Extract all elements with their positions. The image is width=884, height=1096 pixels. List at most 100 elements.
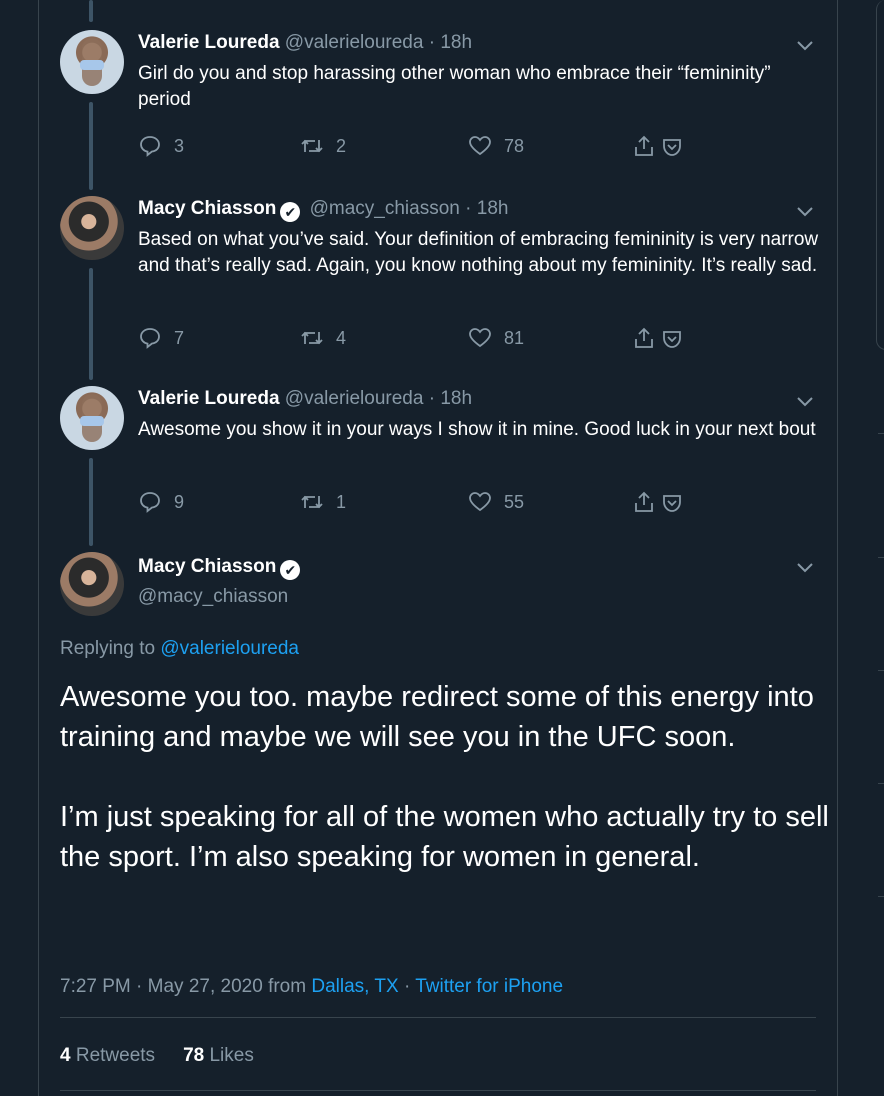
reply-tweet[interactable]: Valerie Loureda @valerieloureda · 18h Aw… [38,384,838,534]
share-icon[interactable] [632,490,656,514]
heart-icon [469,328,491,348]
thread-line [89,0,93,22]
like-count: 78 [504,135,525,156]
pocket-icon[interactable] [660,134,684,158]
tweet-actions: 7 4 81 [138,326,698,352]
author-handle[interactable]: @macy_chiasson [310,198,460,219]
chevron-down-icon[interactable] [796,204,814,218]
sidebar-divider [878,670,884,671]
timestamp[interactable]: 18h [477,198,509,219]
retweet-button[interactable]: 4 [300,326,346,350]
separator: · [465,198,472,219]
verified-icon: ✔ [280,560,301,580]
retweet-icon [301,331,323,345]
tweet-paragraph: Awesome you too. maybe redirect some of … [60,681,814,753]
source-link[interactable]: Twitter for iPhone [415,976,563,997]
retweet-count: 2 [336,135,347,156]
reply-button[interactable]: 3 [138,134,184,158]
timestamp[interactable]: 18h [440,32,472,53]
main-tweet-text: Awesome you too. maybe redirect some of … [60,677,830,917]
author-name[interactable]: Valerie Loureda [138,32,280,53]
reply-icon [140,492,160,513]
tweet-time[interactable]: 7:27 PM [60,976,131,997]
likes-stat[interactable]: 78 Likes [183,1045,254,1066]
pocket-icon[interactable] [660,490,684,514]
avatar[interactable] [60,552,124,616]
separator: · [428,32,436,53]
tweet-text: Based on what you’ve said. Your definiti… [138,229,819,276]
reply-count: 7 [174,327,185,348]
pocket-icon[interactable] [660,326,684,350]
retweet-icon [301,495,323,509]
tweet-text: Girl do you and stop harassing other wom… [138,63,771,110]
like-button[interactable]: 55 [468,490,524,514]
retweets-count: 4 [60,1045,71,1066]
heart-icon [469,492,491,512]
tweet-header: Valerie Loureda @valerieloureda · 18h [138,32,472,54]
chevron-down-icon[interactable] [796,38,814,52]
chevron-down-icon[interactable] [796,560,814,574]
from-label: from [268,976,307,997]
replying-to-link[interactable]: @valerieloureda [160,638,299,659]
likes-count: 78 [183,1045,205,1066]
replying-to: Replying to @valerieloureda [60,638,299,660]
reply-icon [140,328,160,349]
like-count: 55 [504,491,525,512]
reply-icon [140,136,160,157]
author-name[interactable]: Macy Chiasson [138,556,276,577]
tweet-actions: 9 1 55 [138,490,698,516]
reply-button[interactable]: 9 [138,490,184,514]
avatar[interactable] [60,386,124,450]
sidebar-divider [878,557,884,558]
reply-count: 9 [174,491,185,512]
retweets-label: Retweets [75,1045,156,1066]
chevron-down-icon[interactable] [796,394,814,408]
heart-icon [469,136,491,156]
tweet-date[interactable]: May 27, 2020 [148,976,263,997]
tweet-text: Awesome you show it in your ways I show … [138,419,816,440]
sidebar-divider [878,783,884,784]
like-button[interactable]: 78 [468,134,524,158]
author-name[interactable]: Macy Chiasson [138,198,276,219]
like-count: 81 [504,327,525,348]
author-handle[interactable]: @valerieloureda [285,32,424,53]
tweet-meta: 7:27 PM · May 27, 2020 from Dallas, TX ·… [60,976,563,998]
share-actions [632,326,684,350]
location-link[interactable]: Dallas, TX [311,976,398,997]
share-icon[interactable] [632,134,656,158]
retweet-button[interactable]: 1 [300,490,346,514]
avatar[interactable] [60,196,124,260]
main-author-name: Macy Chiasson ✔ [138,556,304,580]
author-handle[interactable]: @macy_chiasson [138,586,288,608]
share-actions [632,134,684,158]
retweet-icon [301,139,323,153]
author-name[interactable]: Valerie Loureda [138,388,280,409]
likes-label: Likes [209,1045,254,1066]
tweet-paragraph: I’m just speaking for all of the women w… [60,801,829,873]
tweet-header: Macy Chiasson ✔ @macy_chiasson · 18h [138,198,508,222]
reply-tweet[interactable]: Macy Chiasson ✔ @macy_chiasson · 18h Base… [38,194,838,374]
share-icon[interactable] [632,326,656,350]
separator: · [428,388,436,409]
separator: · [403,976,411,997]
retweet-button[interactable]: 2 [300,134,346,158]
divider [60,1090,816,1091]
reply-button[interactable]: 7 [138,326,184,350]
reply-count: 3 [174,135,185,156]
verified-icon: ✔ [280,202,301,222]
sidebar-divider [878,433,884,434]
reply-tweet[interactable]: Valerie Loureda @valerieloureda · 18h Gi… [38,28,838,178]
retweets-stat[interactable]: 4 Retweets [60,1045,155,1066]
sidebar-edge [876,0,884,350]
divider [60,1017,816,1018]
author-handle[interactable]: @valerieloureda [285,388,424,409]
tweet-stats: 4 Retweets 78 Likes [60,1045,254,1067]
like-button[interactable]: 81 [468,326,524,350]
retweet-count: 1 [336,491,347,512]
share-actions [632,490,684,514]
retweet-count: 4 [336,327,347,348]
timestamp[interactable]: 18h [440,388,472,409]
avatar[interactable] [60,30,124,94]
tweet-actions: 3 2 78 [138,134,698,160]
replying-label: Replying to [60,638,156,659]
